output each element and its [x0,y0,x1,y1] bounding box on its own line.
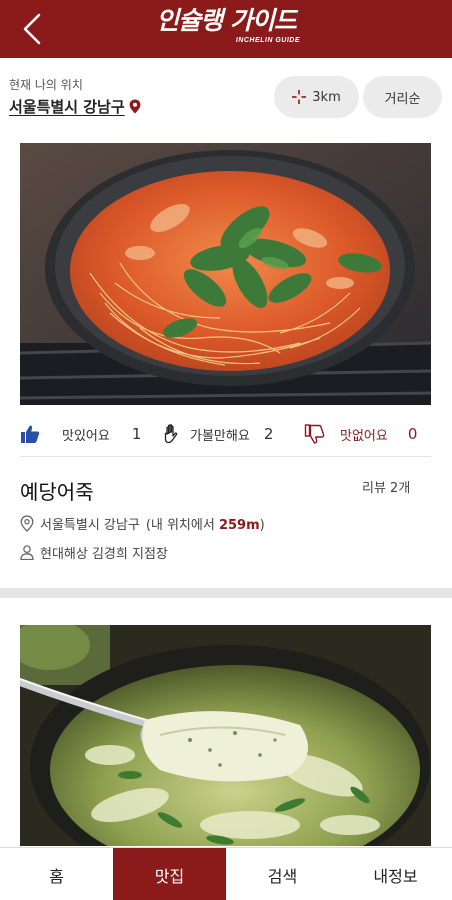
location-caption: 현재 나의 위치 [9,78,83,92]
distance-filter-button[interactable]: 3km [274,76,359,118]
logo-text: 인슐랭 가이드 [156,6,297,35]
nav-home[interactable]: 홈 [0,848,113,900]
review-count[interactable]: 리뷰 2개 [362,477,410,496]
crosshair-icon [292,90,307,104]
thumbs-down-icon [304,424,325,444]
like-label: 맛있어요 [62,428,110,444]
location-name: 서울특별시 강남구 [9,98,125,116]
like-count: 1 [131,425,142,443]
dislike-count: 0 [407,425,418,443]
logo-subtext: INCHELIN GUIDE [235,37,300,44]
distance-value: 259m [218,518,260,533]
bottom-nav: 홈 맛집 검색 내정보 [0,847,452,900]
like-button[interactable]: 맛있어요 1 [20,412,141,456]
distance-suffix: ) [259,518,265,533]
current-location[interactable]: 서울특별시 강남구 [9,96,141,117]
worth-visit-button[interactable]: 가볼만해요 2 [162,412,273,456]
worth-visit-label: 가볼만해요 [190,428,250,444]
location-pin-icon [129,99,141,114]
app-header: 인슐랭 가이드 INCHELIN GUIDE [0,0,452,58]
restaurant-address: 서울특별시 강남구 [40,518,140,533]
recommender-row: 현대해상 김경희 지점장 [20,543,168,562]
worth-visit-count: 2 [263,425,274,443]
food-image [20,143,431,405]
app-screen: 인슐랭 가이드 INCHELIN GUIDE 현재 나의 위치 서울특별시 강남… [0,0,452,900]
dislike-button[interactable]: 맛없어요 0 [304,412,417,456]
recommender-name: 현대해상 김경희 지점장 [40,547,168,562]
nav-restaurants[interactable]: 맛집 [113,848,226,900]
chevron-left-icon [23,13,41,45]
dislike-label: 맛없어요 [340,428,388,444]
restaurant-photo[interactable] [20,143,431,405]
restaurant-address-row: 서울특별시 강남구 (내 위치에서 259m) [20,514,265,533]
distance-filter-label: 3km [312,89,341,105]
nav-my-info[interactable]: 내정보 [339,848,452,900]
app-logo: 인슐랭 가이드 INCHELIN GUIDE [148,6,304,52]
restaurant-name[interactable]: 예당어죽 [20,476,94,505]
location-pin-outline-icon [20,515,34,532]
thumbs-up-icon [21,425,40,443]
person-icon [20,545,34,560]
back-button[interactable] [12,9,52,49]
card-separator [0,588,452,598]
restaurant-photo[interactable] [20,625,431,846]
sort-button[interactable]: 거리순 [363,76,442,118]
food-image [20,625,431,846]
nav-search[interactable]: 검색 [226,848,339,900]
sort-label: 거리순 [384,91,421,107]
reaction-bar: 맛있어요 1 가볼만해요 2 맛없어요 0 [20,412,431,456]
distance-prefix: (내 위치에서 [145,518,215,533]
hand-icon [164,424,178,444]
divider [20,456,431,457]
